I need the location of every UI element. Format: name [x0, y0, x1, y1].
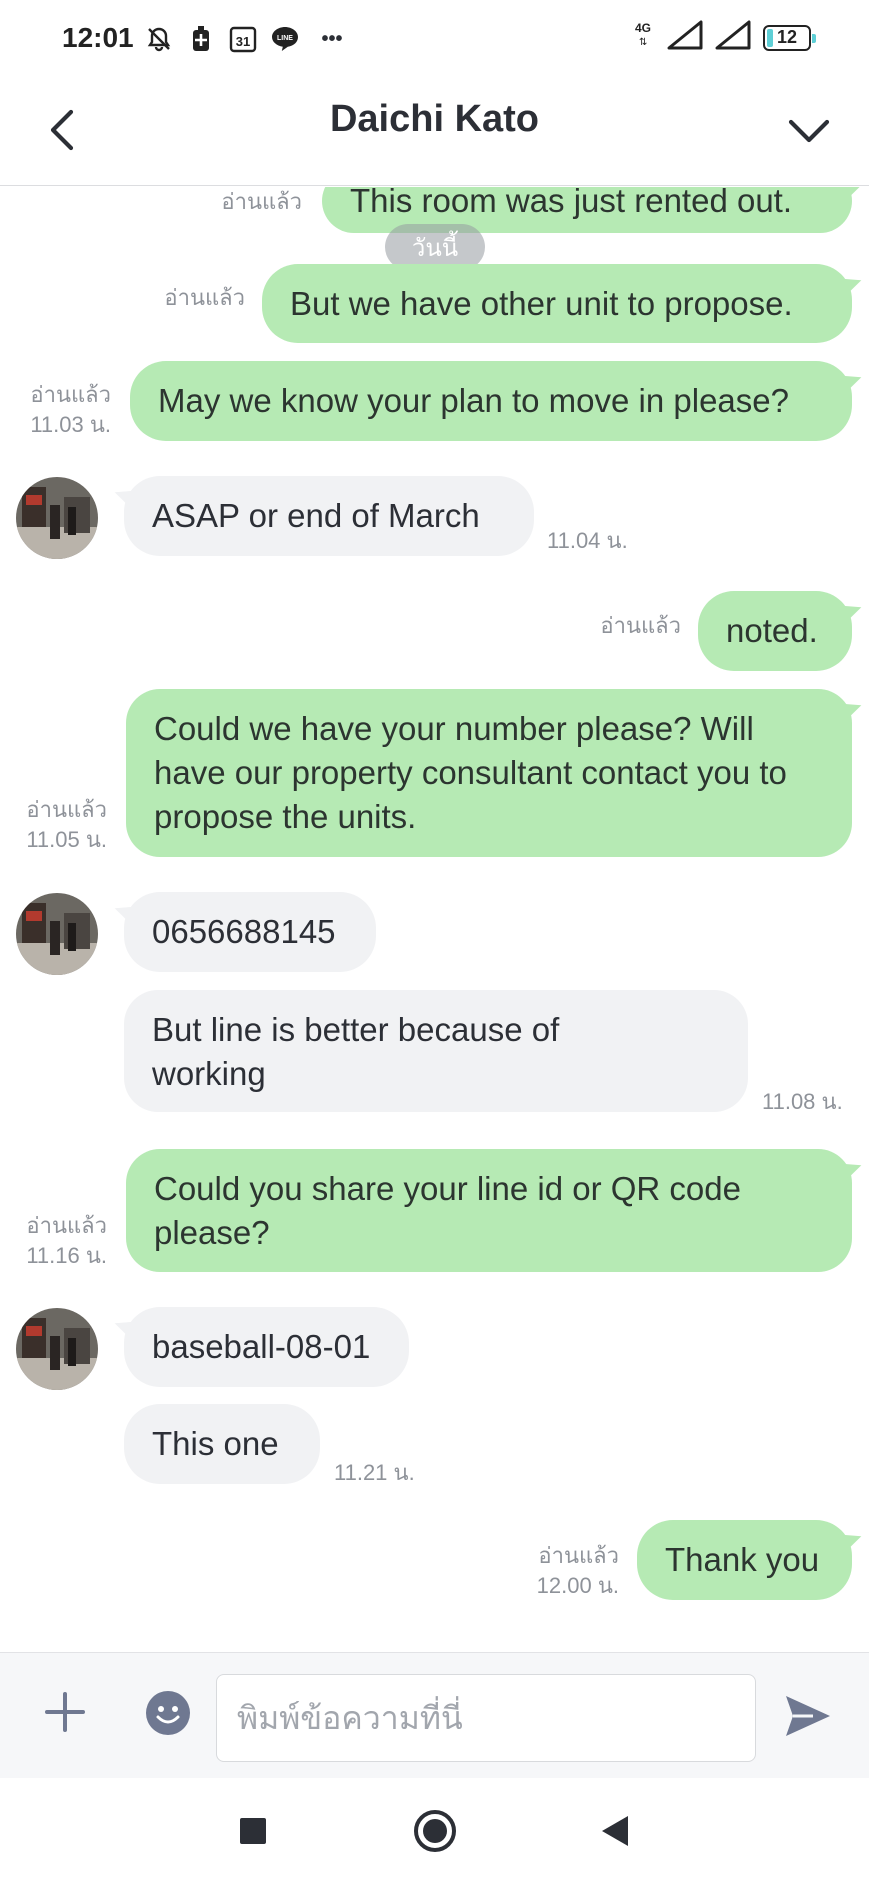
message-meta: อ่านแล้ว 11.03 น. [1, 380, 111, 440]
calendar-day: 31 [236, 34, 250, 49]
message-time: 11.21 น. [334, 1460, 415, 1485]
network-type-label: 4G ⇅ [635, 20, 652, 48]
read-receipt: อ่านแล้ว [538, 1543, 619, 1568]
chat-header: Daichi Kato [0, 78, 869, 186]
message-text: This one [152, 1425, 279, 1462]
message-text: Could we have your number please? Will h… [154, 710, 787, 835]
message-time: 12.00 น. [536, 1573, 619, 1598]
message-meta: อ่านแล้ว [102, 187, 302, 217]
chat-title: Daichi Kato [329, 98, 540, 140]
status-system-icons: 4G ⇅ 12 [635, 20, 816, 55]
message-bubble-incoming[interactable]: 0656688145 [124, 892, 376, 972]
smiley-icon [146, 1691, 190, 1735]
message-bubble-incoming[interactable]: But line is better because of working [124, 990, 748, 1112]
read-receipt: อ่านแล้ว [26, 1213, 107, 1238]
message-bubble-incoming[interactable]: This one [124, 1404, 320, 1484]
message-bubble-outgoing[interactable]: Could you share your line id or QR code … [126, 1149, 852, 1272]
message-text: This room was just rented out. [350, 187, 793, 219]
message-text: Could you share your line id or QR code … [154, 1170, 741, 1251]
plus-icon [45, 1692, 85, 1732]
signal-icon-2 [715, 20, 751, 55]
message-time: 11.08 น. [762, 1089, 843, 1114]
avatar[interactable] [16, 893, 98, 975]
read-receipt: อ่านแล้ว [26, 797, 107, 822]
message-bubble-outgoing[interactable]: noted. [698, 591, 852, 671]
status-bar: 12:01 31 LINE ••• 4G ⇅ 12 [0, 0, 869, 78]
message-bubble-outgoing[interactable]: Could we have your number please? Will h… [126, 689, 852, 857]
svg-text:LINE: LINE [277, 35, 293, 42]
message-text: ASAP or end of March [152, 497, 480, 534]
message-time: 11.03 น. [30, 412, 111, 437]
signal-icon [667, 20, 703, 55]
message-meta: อ่านแล้ว [481, 611, 681, 641]
avatar[interactable] [16, 1308, 98, 1390]
message-bubble-incoming[interactable]: baseball-08-01 [124, 1307, 409, 1387]
status-notification-icons: 31 LINE ••• [144, 22, 352, 56]
status-time: 12:01 [62, 22, 134, 53]
battery-icon: 12 [763, 24, 816, 51]
send-button[interactable] [781, 1689, 835, 1743]
system-navigation-bar [0, 1778, 869, 1883]
message-text: But we have other unit to propose. [290, 284, 793, 322]
more-notifications-icon: ••• [321, 27, 343, 50]
message-text: But line is better because of working [152, 1011, 560, 1092]
message-meta: อ่านแล้ว 11.16 น. [0, 1211, 107, 1271]
message-text: May we know your plan to move in please? [158, 382, 789, 419]
circle-icon [414, 1810, 456, 1852]
chevron-down-icon [788, 119, 830, 143]
message-list[interactable]: อ่านแล้ว This room was just rented out. … [0, 187, 869, 1652]
message-bubble-outgoing[interactable]: May we know your plan to move in please? [130, 361, 852, 441]
read-receipt: อ่านแล้ว [600, 613, 681, 638]
avatar[interactable] [16, 477, 98, 559]
attach-button[interactable] [38, 1685, 92, 1739]
message-time: 11.16 น. [26, 1243, 107, 1268]
message-meta: อ่านแล้ว [45, 283, 245, 313]
message-bubble-outgoing[interactable]: Thank you [637, 1520, 852, 1600]
battery-saver-icon [186, 24, 216, 54]
message-meta: อ่านแล้ว 12.00 น. [419, 1541, 619, 1601]
square-icon [240, 1818, 266, 1844]
back-nav-button[interactable] [590, 1806, 640, 1856]
message-meta: อ่านแล้ว 11.05 น. [0, 795, 107, 855]
calendar-icon: 31 [228, 24, 258, 54]
home-button[interactable] [410, 1806, 460, 1856]
message-bubble-outgoing[interactable]: But we have other unit to propose. [262, 264, 852, 343]
read-receipt: อ่านแล้ว [164, 285, 245, 310]
message-text: Thank you [665, 1541, 820, 1578]
message-time: 11.05 น. [26, 827, 107, 852]
bell-muted-icon [144, 24, 174, 54]
message-input-bar [0, 1652, 869, 1778]
message-input[interactable] [216, 1674, 756, 1762]
message-text: noted. [726, 612, 818, 649]
expand-menu-button[interactable] [777, 98, 841, 162]
triangle-back-icon [602, 1816, 628, 1846]
recents-button[interactable] [228, 1806, 278, 1856]
send-icon [786, 1696, 830, 1736]
line-app-icon: LINE [270, 24, 300, 54]
emoji-button[interactable] [144, 1689, 192, 1737]
message-text: baseball-08-01 [152, 1328, 371, 1365]
read-receipt: อ่านแล้ว [30, 382, 111, 407]
read-receipt: อ่านแล้ว [221, 189, 302, 214]
battery-level: 12 [776, 27, 798, 47]
message-bubble-incoming[interactable]: ASAP or end of March [124, 476, 534, 556]
message-text: 0656688145 [152, 913, 336, 950]
message-time: 11.04 น. [547, 528, 628, 553]
